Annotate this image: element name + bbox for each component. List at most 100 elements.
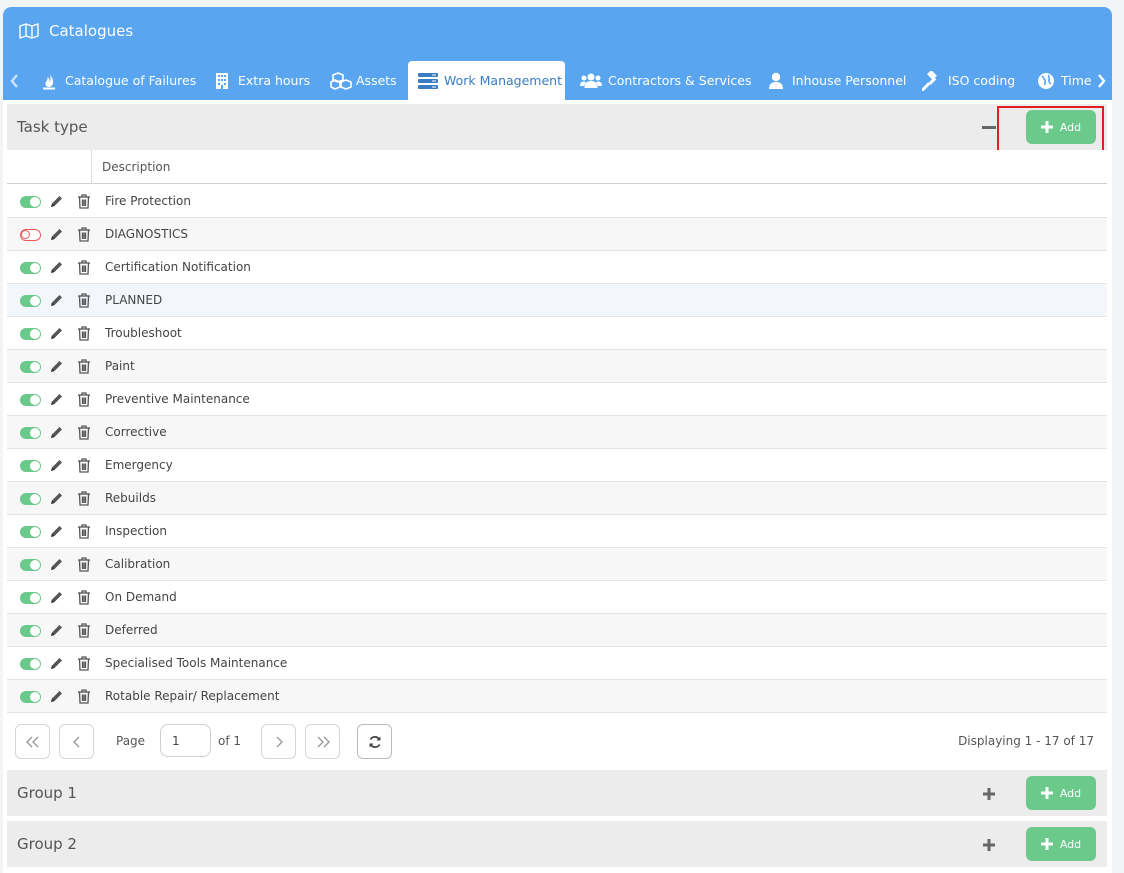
table-row[interactable]: Deferred: [7, 614, 1107, 647]
table-row[interactable]: Paint: [7, 350, 1107, 383]
enabled-toggle[interactable]: [20, 295, 41, 307]
add-group-2-button[interactable]: Add: [1026, 827, 1096, 861]
add-group-1-button[interactable]: Add: [1026, 776, 1096, 810]
pencil-icon[interactable]: [49, 194, 64, 209]
enabled-toggle[interactable]: [20, 625, 41, 637]
tab-inhouse-personnel[interactable]: Inhouse Personnel: [766, 61, 906, 100]
pencil-icon[interactable]: [49, 227, 64, 242]
trash-icon[interactable]: [77, 491, 91, 506]
trash-icon[interactable]: [77, 689, 91, 704]
pencil-icon[interactable]: [49, 458, 64, 473]
tab-contractors-services[interactable]: Contractors & Services: [580, 61, 751, 100]
table-row[interactable]: Specialised Tools Maintenance: [7, 647, 1107, 680]
trash-icon[interactable]: [77, 623, 91, 638]
pencil-icon[interactable]: [49, 557, 64, 572]
previous-page-button[interactable]: [59, 724, 94, 759]
expand-icon[interactable]: [981, 786, 997, 802]
trash-icon[interactable]: [77, 425, 91, 440]
trash-icon[interactable]: [77, 458, 91, 473]
pencil-icon[interactable]: [49, 623, 64, 638]
enabled-toggle[interactable]: [20, 592, 41, 604]
trash-icon[interactable]: [77, 326, 91, 341]
table-row[interactable]: Preventive Maintenance: [7, 383, 1107, 416]
table-row[interactable]: Rebuilds: [7, 482, 1107, 515]
refresh-button[interactable]: [357, 724, 392, 759]
chevron-left-icon: [72, 736, 79, 747]
row-description: Inspection: [105, 524, 167, 538]
table-row[interactable]: On Demand: [7, 581, 1107, 614]
pencil-icon[interactable]: [49, 689, 64, 704]
row-description: DIAGNOSTICS: [105, 227, 188, 241]
trash-icon[interactable]: [77, 590, 91, 605]
table-row[interactable]: PLANNED: [7, 284, 1107, 317]
tab-work-management[interactable]: Work Management: [408, 61, 565, 100]
pencil-icon[interactable]: [49, 359, 64, 374]
page-number-input[interactable]: [160, 724, 211, 757]
panel-title: Group 1: [17, 784, 77, 802]
enabled-toggle[interactable]: [20, 394, 41, 406]
trash-icon[interactable]: [77, 227, 91, 242]
enabled-toggle[interactable]: [20, 658, 41, 670]
tab-extra-hours[interactable]: Extra hours: [212, 61, 310, 100]
enabled-toggle[interactable]: [20, 691, 41, 703]
chevron-left-icon[interactable]: [8, 73, 22, 89]
expand-icon[interactable]: [981, 837, 997, 853]
double-chevron-left-icon: [25, 736, 38, 747]
column-header-description[interactable]: Description: [102, 160, 170, 174]
enabled-toggle[interactable]: [20, 427, 41, 439]
window-title-text: Catalogues: [49, 22, 134, 40]
trash-icon[interactable]: [77, 557, 91, 572]
collapse-icon[interactable]: [981, 120, 997, 136]
trash-icon[interactable]: [77, 524, 91, 539]
panel-title: Task type: [17, 118, 88, 136]
tab-catalogue-of-failures[interactable]: Catalogue of Failures: [39, 61, 196, 100]
first-page-button[interactable]: [15, 724, 50, 759]
task-type-grid: Fire Protection DIAGNOSTICS Certification …: [7, 185, 1107, 713]
enabled-toggle[interactable]: [20, 262, 41, 274]
enabled-toggle[interactable]: [20, 229, 41, 241]
table-row[interactable]: DIAGNOSTICS: [7, 218, 1107, 251]
row-description: On Demand: [105, 590, 177, 604]
pencil-icon[interactable]: [49, 326, 64, 341]
tab-assets[interactable]: Assets: [330, 61, 397, 100]
table-row[interactable]: Fire Protection: [7, 185, 1107, 218]
pencil-icon[interactable]: [49, 524, 64, 539]
pencil-icon[interactable]: [49, 293, 64, 308]
enabled-toggle[interactable]: [20, 328, 41, 340]
trash-icon[interactable]: [77, 194, 91, 209]
tab-bar: Catalogue of Failures Extra hours Assets…: [3, 61, 1112, 100]
enabled-toggle[interactable]: [20, 559, 41, 571]
pencil-icon[interactable]: [49, 260, 64, 275]
task-type-panel-header: Task type Add: [7, 104, 1107, 150]
plus-icon: [1040, 838, 1053, 850]
table-row[interactable]: Rotable Repair/ Replacement: [7, 680, 1107, 713]
table-row[interactable]: Certification Notification: [7, 251, 1107, 284]
pencil-icon[interactable]: [49, 656, 64, 671]
table-row[interactable]: Corrective: [7, 416, 1107, 449]
pencil-icon[interactable]: [49, 590, 64, 605]
tab-time[interactable]: Time: [1037, 61, 1091, 100]
enabled-toggle[interactable]: [20, 196, 41, 208]
plus-icon: [1040, 787, 1053, 799]
last-page-button[interactable]: [305, 724, 340, 759]
pencil-icon[interactable]: [49, 425, 64, 440]
page-label: Page: [116, 734, 146, 748]
next-page-button[interactable]: [261, 724, 296, 759]
trash-icon[interactable]: [77, 656, 91, 671]
table-row[interactable]: Troubleshoot: [7, 317, 1107, 350]
pencil-icon[interactable]: [49, 491, 64, 506]
enabled-toggle[interactable]: [20, 361, 41, 373]
trash-icon[interactable]: [77, 260, 91, 275]
tab-iso-coding[interactable]: ISO coding: [922, 61, 1015, 100]
table-row[interactable]: Calibration: [7, 548, 1107, 581]
enabled-toggle[interactable]: [20, 526, 41, 538]
enabled-toggle[interactable]: [20, 460, 41, 472]
trash-icon[interactable]: [77, 293, 91, 308]
table-row[interactable]: Emergency: [7, 449, 1107, 482]
enabled-toggle[interactable]: [20, 493, 41, 505]
table-row[interactable]: Inspection: [7, 515, 1107, 548]
pencil-icon[interactable]: [49, 392, 64, 407]
trash-icon[interactable]: [77, 359, 91, 374]
chevron-right-icon[interactable]: [1094, 73, 1108, 89]
trash-icon[interactable]: [77, 392, 91, 407]
